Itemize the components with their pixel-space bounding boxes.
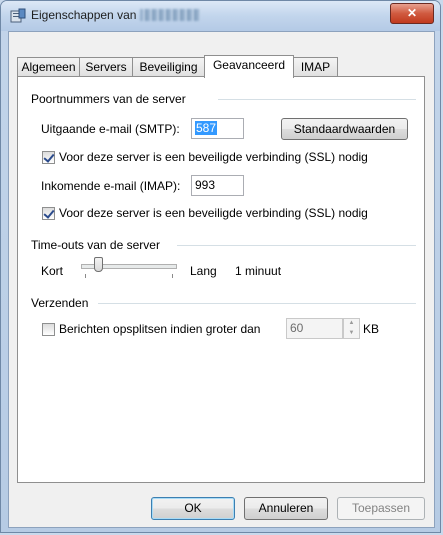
split-messages-checkbox[interactable] bbox=[42, 323, 55, 336]
split-messages-label: Berichten opsplitsen indien groter dan bbox=[59, 322, 261, 336]
tab-servers[interactable]: Servers bbox=[79, 57, 133, 76]
slider-long-label: Lang bbox=[190, 264, 217, 278]
advanced-tab-panel: Poortnummers van de server Uitgaande e-m… bbox=[17, 76, 425, 483]
timeout-value: 1 minuut bbox=[235, 264, 282, 278]
close-button[interactable]: ✕ bbox=[390, 3, 434, 24]
split-size-input[interactable]: 60 bbox=[286, 318, 343, 339]
timeouts-group-title: Time-outs van de server bbox=[31, 238, 160, 252]
title-bar[interactable]: Eigenschappen van ✕ bbox=[1, 1, 440, 31]
timeout-slider-tick bbox=[172, 274, 173, 278]
smtp-port-label: Uitgaande e-mail (SMTP): bbox=[41, 122, 180, 136]
timeout-slider-thumb[interactable] bbox=[94, 257, 103, 272]
cancel-button[interactable]: Annuleren bbox=[244, 497, 328, 520]
imap-port-label: Inkomende e-mail (IMAP): bbox=[41, 179, 181, 193]
properties-dialog: Eigenschappen van ✕ Algemeen Servers Bev… bbox=[0, 0, 441, 533]
split-size-unit: KB bbox=[363, 322, 380, 336]
tab-imap[interactable]: IMAP bbox=[293, 57, 338, 76]
timeout-slider[interactable] bbox=[81, 257, 177, 281]
sending-group-divider bbox=[98, 303, 416, 304]
smtp-port-value: 587 bbox=[195, 121, 218, 135]
imap-ssl-label: Voor deze server is een beveiligde verbi… bbox=[59, 206, 368, 220]
tab-algemeen[interactable]: Algemeen bbox=[17, 57, 80, 76]
window-title: Eigenschappen van bbox=[31, 8, 201, 22]
tab-geavanceerd[interactable]: Geavanceerd bbox=[204, 55, 294, 78]
split-size-spinner[interactable]: ▲ ▼ bbox=[343, 318, 360, 339]
imap-port-input[interactable]: 993 bbox=[191, 175, 244, 196]
tab-beveiliging[interactable]: Beveiliging bbox=[132, 57, 205, 76]
ports-group-title: Poortnummers van de server bbox=[31, 92, 186, 106]
apply-button[interactable]: Toepassen bbox=[337, 497, 425, 520]
sending-group-title: Verzenden bbox=[31, 296, 89, 310]
spin-down-icon[interactable]: ▼ bbox=[344, 329, 359, 338]
account-properties-icon bbox=[10, 8, 26, 23]
imap-ssl-checkbox[interactable] bbox=[42, 207, 55, 220]
smtp-port-input[interactable]: 587 bbox=[191, 118, 244, 139]
dialog-client-area: Algemeen Servers Beveiliging Geavanceerd… bbox=[8, 31, 435, 528]
smtp-ssl-checkbox[interactable] bbox=[42, 151, 55, 164]
defaults-button[interactable]: Standaardwaarden bbox=[281, 118, 408, 140]
timeouts-group-divider bbox=[177, 245, 416, 246]
timeout-slider-tick bbox=[85, 274, 86, 278]
spin-up-icon[interactable]: ▲ bbox=[344, 319, 359, 328]
ports-group-divider bbox=[218, 99, 416, 100]
smtp-ssl-label: Voor deze server is een beveiligde verbi… bbox=[59, 150, 368, 164]
slider-short-label: Kort bbox=[41, 264, 64, 278]
ok-button[interactable]: OK bbox=[151, 497, 235, 520]
redacted-account-name bbox=[140, 9, 201, 21]
